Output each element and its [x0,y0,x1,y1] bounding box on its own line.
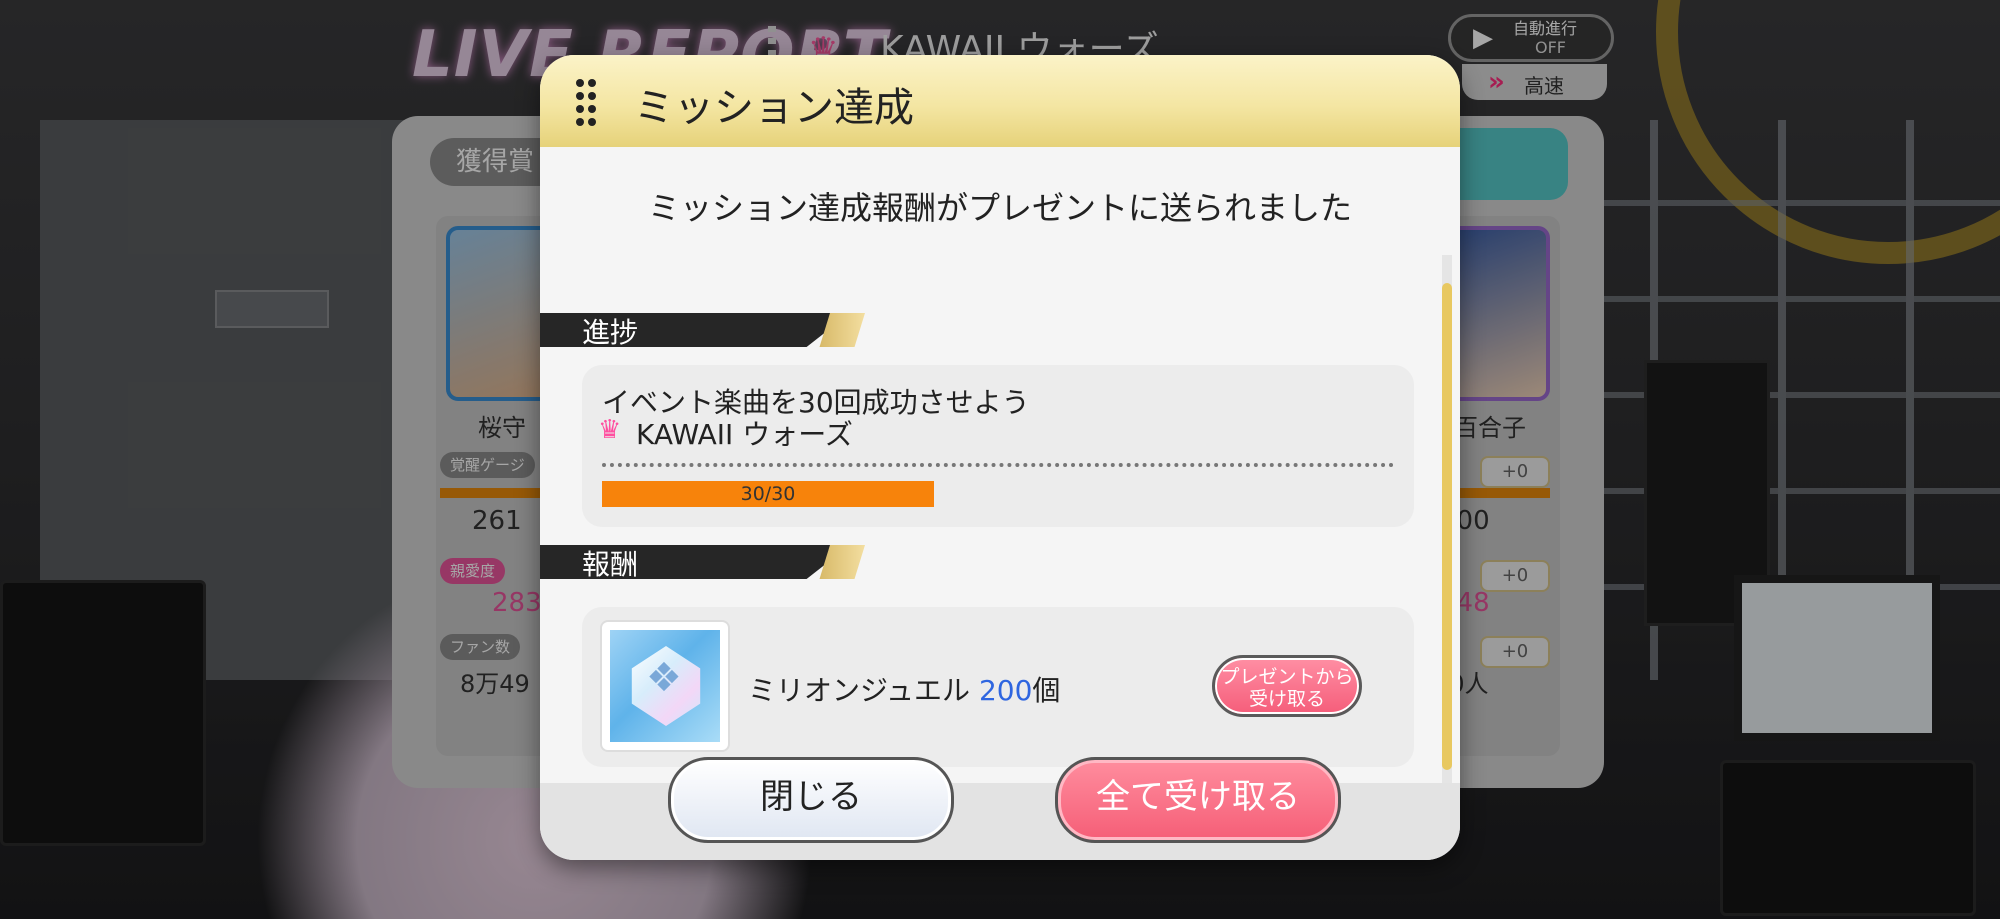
dialog-message: ミッション達成報酬がプレゼントに送られました [647,189,1352,227]
progress-section-header: 進捗 [540,313,890,349]
mission-progress-card: イベント楽曲を30回成功させよう ♛ KAWAII ウォーズ 30/30 [582,365,1414,527]
dotted-divider [602,463,1394,467]
section-label: 進捗 [582,316,639,349]
dialog-scroll-area[interactable]: 進捗 イベント楽曲を30回成功させよう ♛ KAWAII ウォーズ 30/30 … [540,255,1460,783]
button-label-line1: プレゼントから [1220,666,1354,688]
mission-progress-bar: 30/30 [602,481,934,507]
dialog-header: ミッション達成 [540,55,1460,147]
reward-quantity: 200 [978,674,1033,707]
receive-all-button[interactable]: 全て受け取る [1055,757,1341,843]
reward-card: ❖ ミリオンジュエル 200個 プレゼントから 受け取る [582,607,1414,767]
reward-item-label: ミリオンジュエル [748,674,971,707]
drag-handle-icon [576,79,598,127]
reward-section-header: 報酬 [540,545,890,581]
receive-from-present-button[interactable]: プレゼントから 受け取る [1212,655,1362,717]
close-button[interactable]: 閉じる [668,757,954,843]
progress-text: 30/30 [740,483,796,505]
jewel-icon: ❖ [602,622,728,750]
mission-event-name: KAWAII ウォーズ [636,418,853,451]
crown-icon: ♛ [598,415,622,445]
mission-complete-dialog: ミッション達成 ミッション達成報酬がプレゼントに送られました 進捗 イベント楽曲… [540,55,1460,860]
button-label-line2: 受け取る [1248,688,1325,710]
reward-item-name: ミリオンジュエル 200個 [748,669,1060,709]
scrollbar-thumb[interactable] [1442,283,1452,770]
section-label: 報酬 [582,548,639,581]
reward-unit: 個 [1032,674,1061,707]
dialog-title: ミッション達成 [634,85,914,131]
